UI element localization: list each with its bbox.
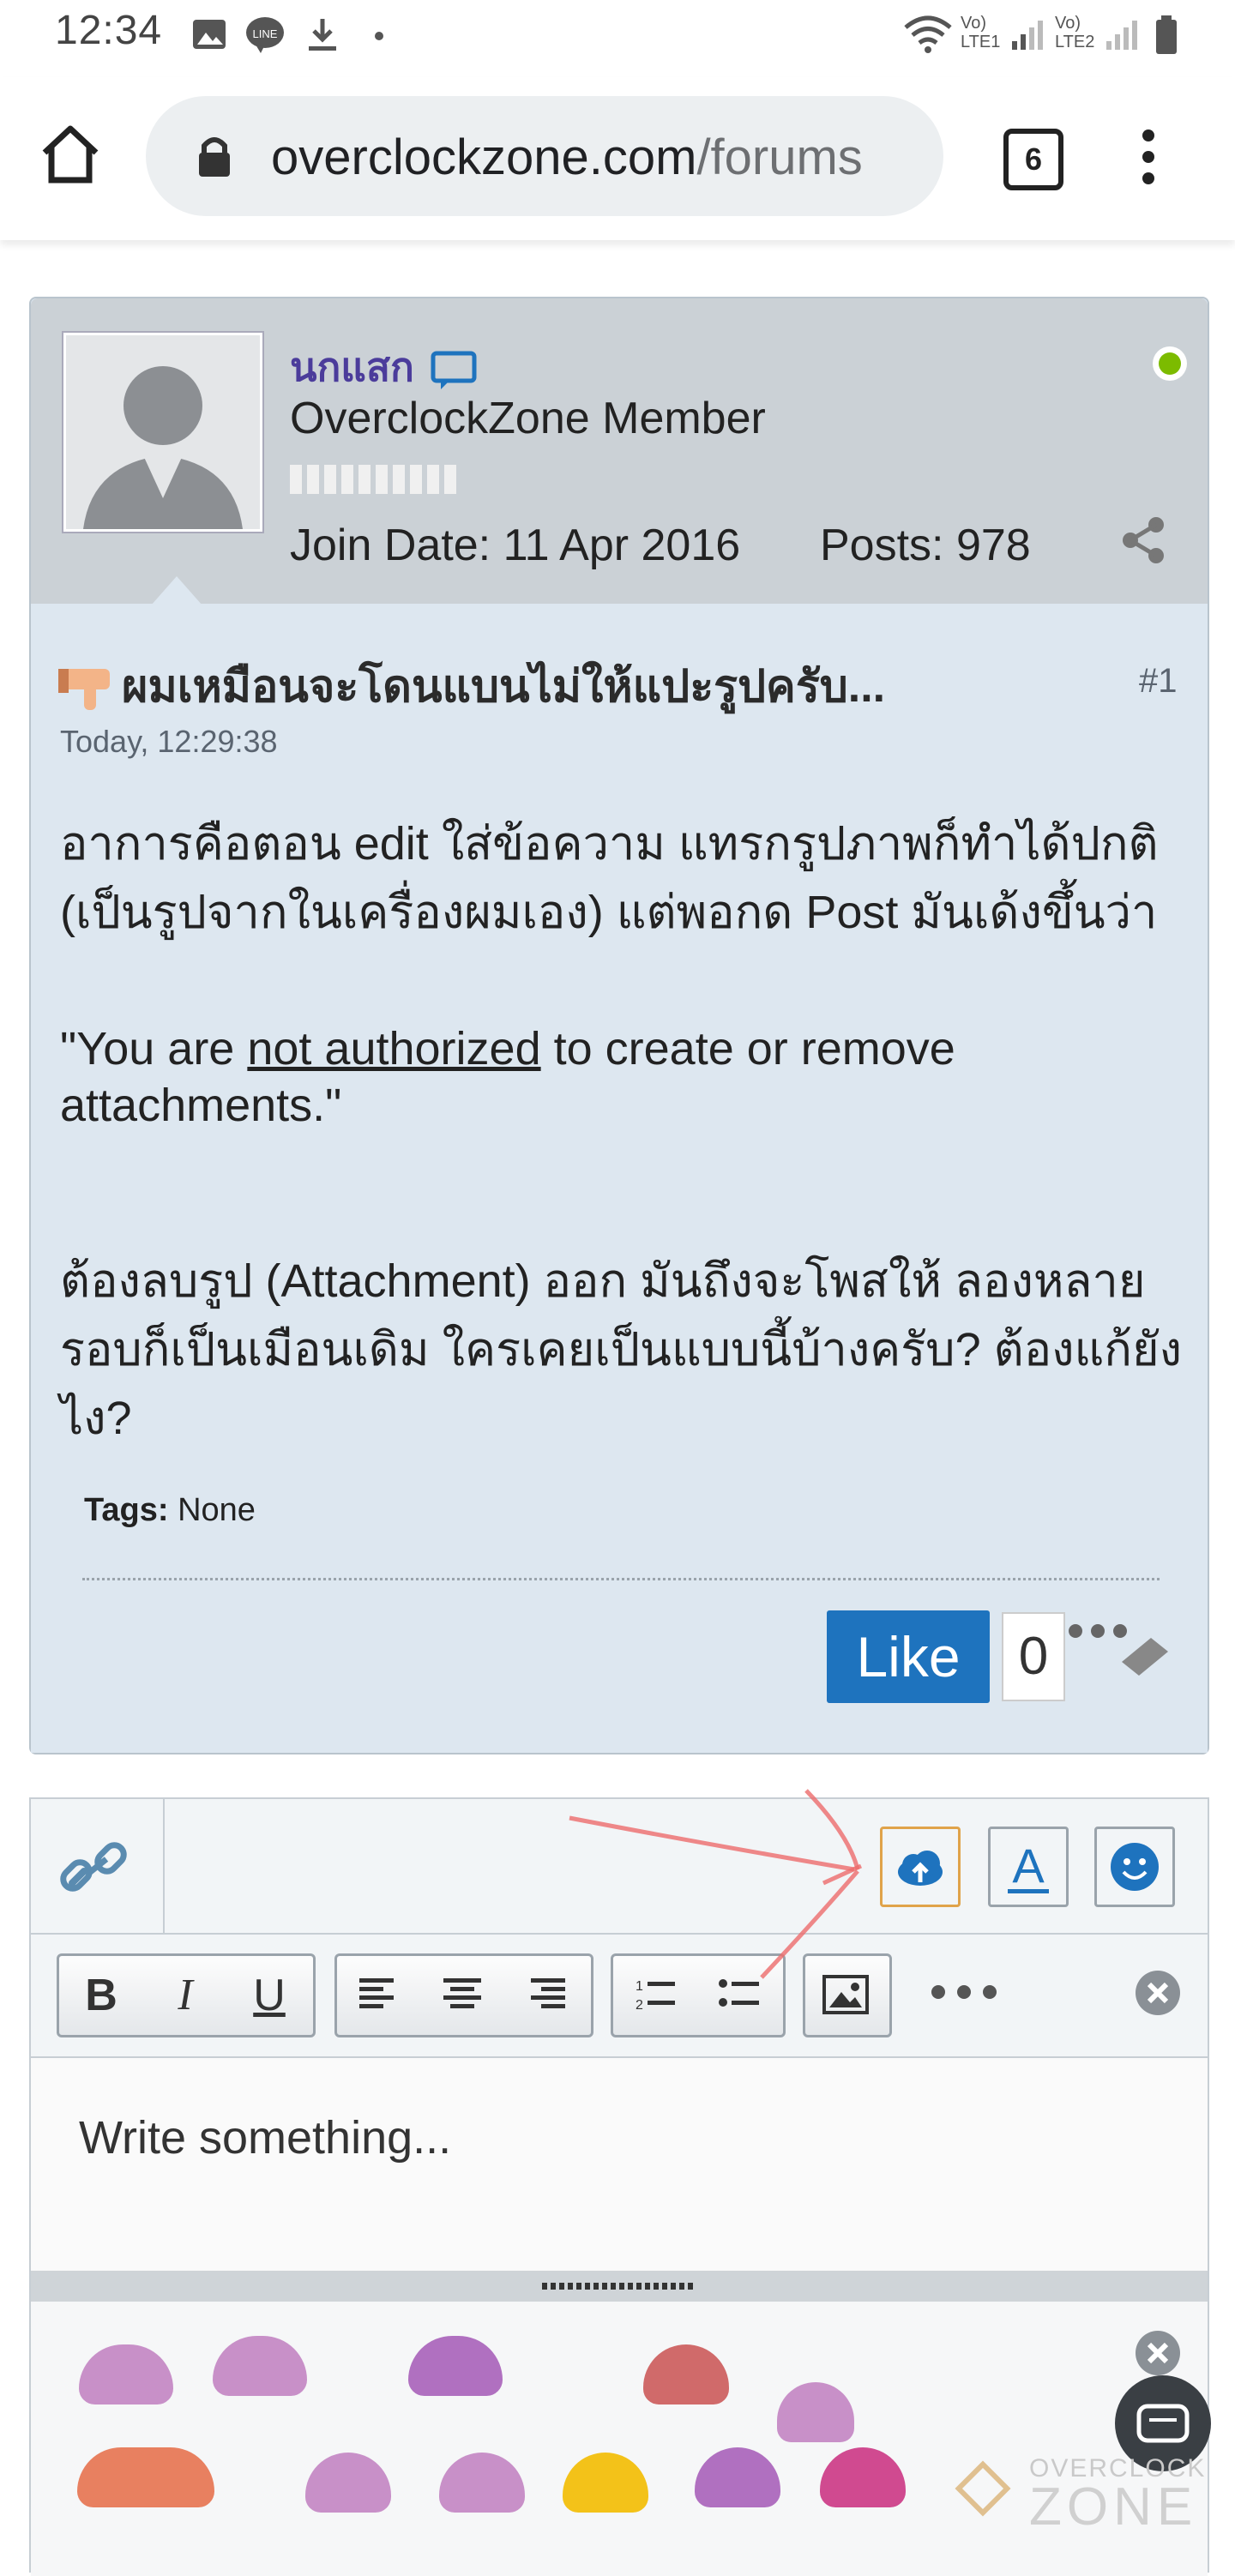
overclockzone-logo-icon	[955, 2460, 1011, 2517]
red-annotation-arrow	[569, 1789, 863, 1979]
watermark-line-2: ZONE	[1029, 2477, 1198, 2537]
